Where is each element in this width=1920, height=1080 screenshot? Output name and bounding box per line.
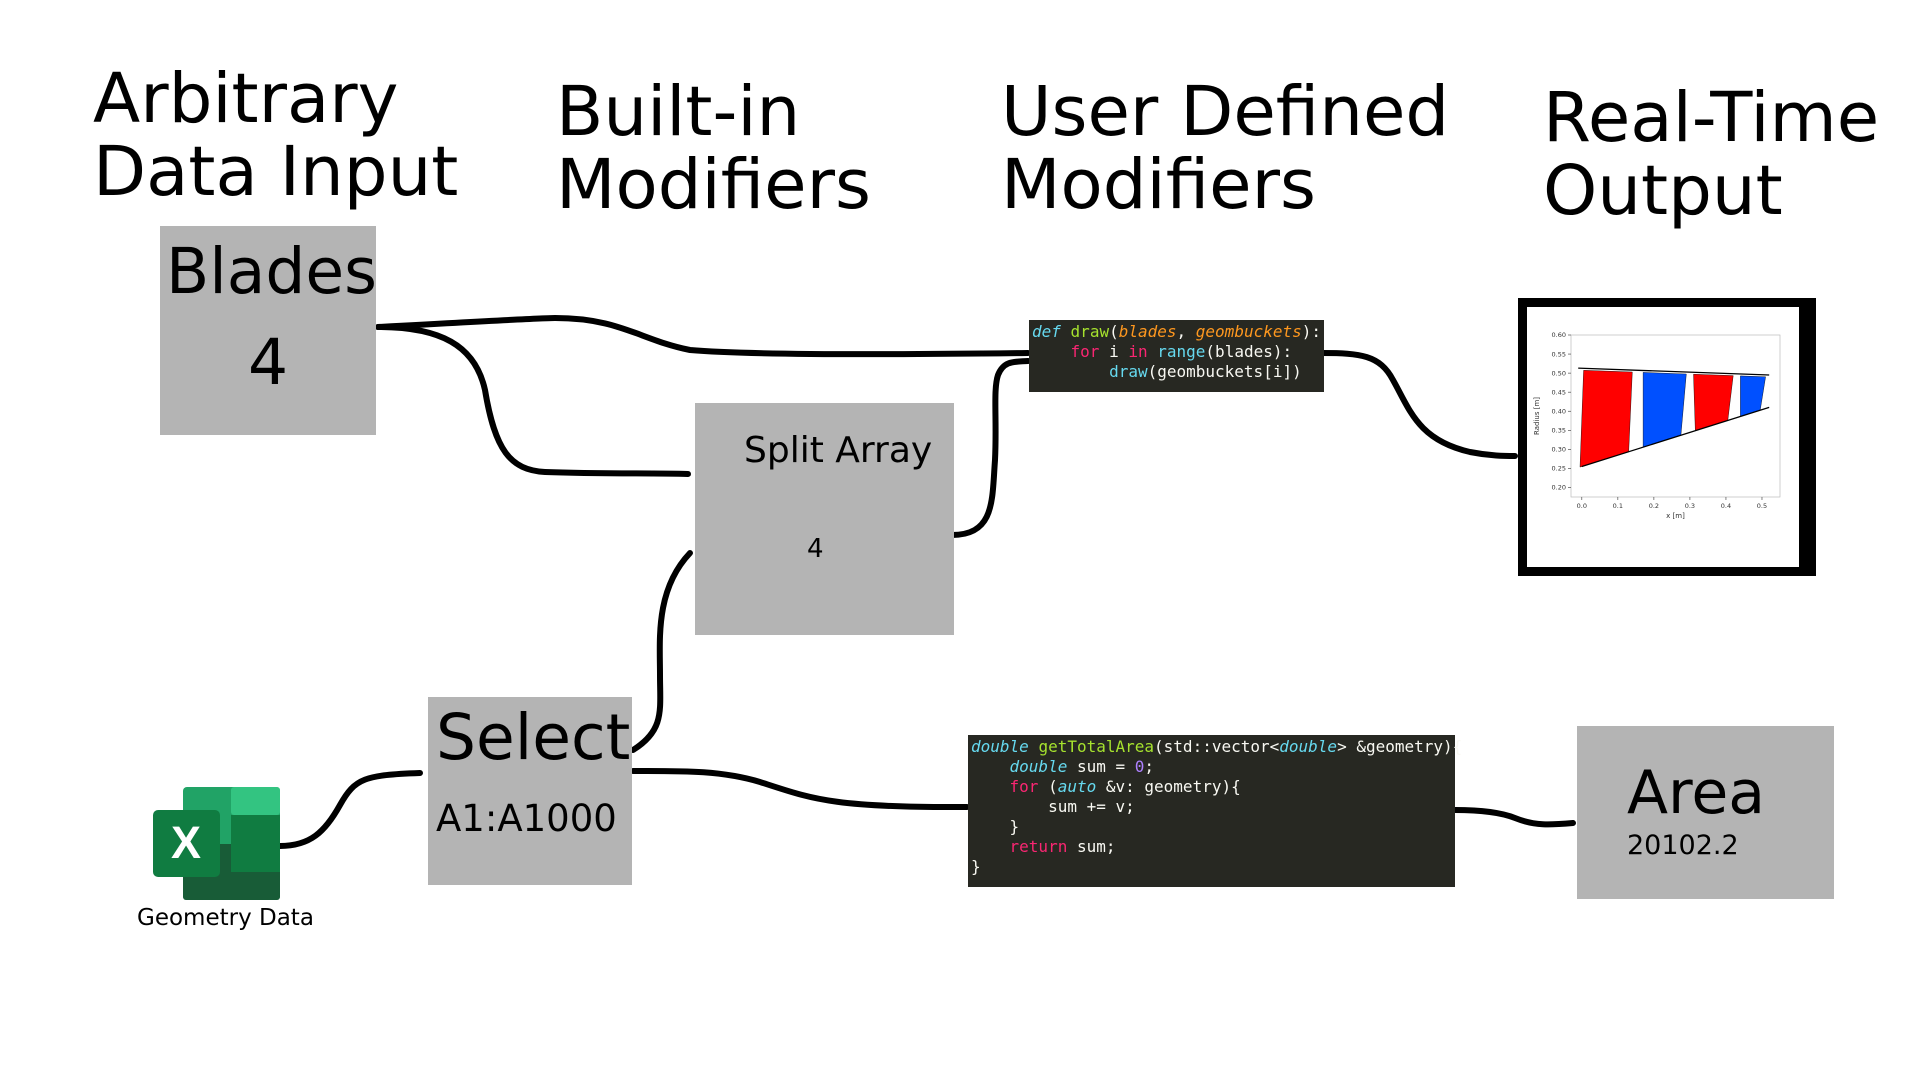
y-axis-label: Radius [m] — [1533, 397, 1541, 435]
blades-node-value: 4 — [248, 326, 289, 399]
split-array-value: 4 — [807, 534, 824, 564]
area-output-node[interactable]: Area 20102.2 — [1577, 726, 1834, 899]
x-tick-label: 0.0 — [1577, 502, 1587, 510]
wire-draw-to-output — [1319, 350, 1518, 459]
y-tick-label: 0.40 — [1552, 407, 1566, 415]
x-tick-label: 0.5 — [1757, 502, 1767, 510]
code-line: } — [971, 817, 1020, 836]
wire-blades-to-draw — [375, 314, 1031, 358]
x-tick-label: 0.4 — [1721, 502, 1731, 510]
select-node-title: Select — [436, 701, 631, 774]
excel-letter: X — [171, 817, 201, 868]
real-time-output-panel: 0.0 0.1 0.2 0.3 0.4 0.5 0.20 0.25 0.30 0.35 0.40 0.… — [1518, 298, 1816, 576]
y-tick-label: 0.55 — [1552, 350, 1566, 358]
y-tick-label: 0.50 — [1552, 369, 1566, 377]
code-line: def draw(blades, geombuckets): — [1032, 322, 1322, 341]
draw-code-block[interactable]: def draw(blades, geombuckets): for i in … — [1029, 320, 1324, 392]
code-line: return sum; — [1009, 837, 1116, 856]
y-tick-label: 0.30 — [1552, 446, 1566, 454]
wire-area-to-output — [1452, 807, 1576, 828]
code-line: draw(geombuckets[i]) — [1109, 362, 1302, 381]
x-tick-label: 0.2 — [1649, 502, 1659, 510]
code-line: double sum = 0; — [1009, 757, 1155, 776]
select-node-value: A1:A1000 — [436, 797, 617, 840]
y-tick-label: 0.20 — [1552, 484, 1566, 492]
x-axis-label: x [m] — [1666, 512, 1685, 520]
area-code-block[interactable]: double getTotalArea(std::vector<double> … — [968, 735, 1462, 887]
wire-select-to-area — [630, 767, 970, 811]
split-array-title: Split Array — [744, 430, 933, 471]
code-line: double getTotalArea(std::vector<double> … — [971, 737, 1463, 756]
area-node-value: 20102.2 — [1627, 830, 1739, 861]
area-node-title: Area — [1627, 758, 1766, 828]
x-tick-label: 0.1 — [1613, 502, 1623, 510]
select-node[interactable]: Select A1:A1000 — [428, 697, 632, 885]
y-tick-label: 0.35 — [1552, 426, 1566, 434]
blades-input-node[interactable]: Blades 4 — [160, 226, 377, 435]
wire-select-to-split — [630, 550, 693, 753]
code-line: for (auto &v: geometry){ — [1009, 777, 1241, 796]
blades-node-title: Blades — [166, 235, 377, 308]
y-tick-label: 0.45 — [1552, 388, 1566, 396]
wire-split-to-draw — [949, 358, 1031, 538]
code-line: for i in range(blades): — [1070, 342, 1293, 361]
geometry-data-label: Geometry Data — [137, 905, 314, 931]
y-tick-label: 0.60 — [1552, 331, 1566, 339]
code-line: sum += v; — [971, 797, 1135, 816]
split-array-node[interactable]: Split Array 4 — [695, 403, 954, 635]
code-line: } — [971, 857, 981, 876]
x-tick-label: 0.3 — [1685, 502, 1695, 510]
wire-excel-to-select — [277, 770, 423, 849]
excel-icon[interactable]: X — [153, 787, 280, 900]
y-tick-label: 0.25 — [1552, 465, 1566, 473]
blade-chart: 0.0 0.1 0.2 0.3 0.4 0.5 0.20 0.25 0.30 0.35 0.40 0.… — [1533, 331, 1781, 520]
wire-blades-to-split — [375, 324, 691, 477]
